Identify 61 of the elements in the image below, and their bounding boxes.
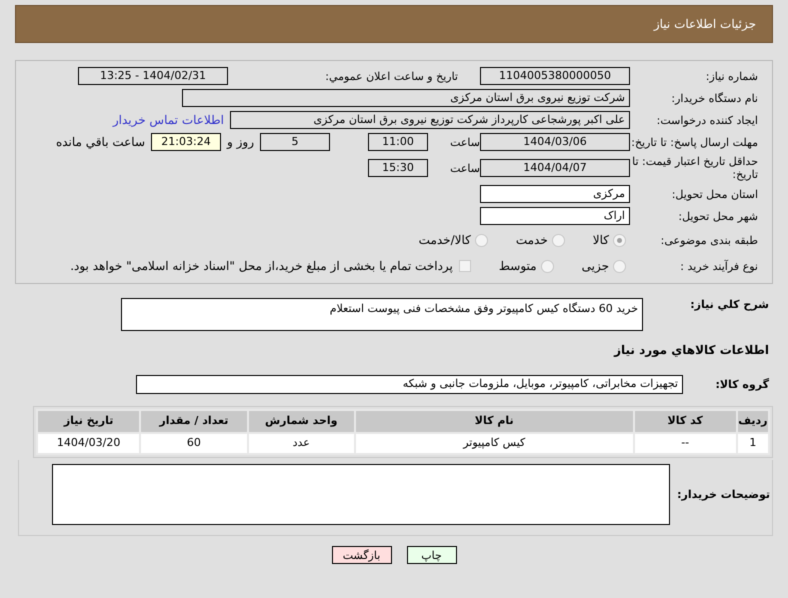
payment-note: پرداخت تمام یا بخشی از مبلغ خرید،از محل "اسناد خزانه اسلامی" خواهد بود. [70, 258, 453, 275]
radio-label: کالا [592, 232, 609, 249]
description-field[interactable]: خرید 60 دستگاه کیس کامپیوتر وفق مشخصات فنی پیوست استعلام [121, 298, 643, 331]
creator-field: علی اکبر پورشجاعی کارپرداز شرکت توزیع نیروی برق استان مرکزی [230, 111, 630, 129]
column-header: ردیف [736, 410, 769, 433]
field-label: شماره نیاز: [704, 70, 758, 82]
days-field: 5 [260, 133, 330, 151]
field-label: توضیحات خریدار: [676, 488, 770, 501]
remaining-time-field: 21:03:24 [151, 133, 221, 151]
deadline-time-field: 11:00 [368, 133, 428, 151]
field-label: تاریخ و ساعت اعلان عمومي: [324, 70, 458, 82]
table-cell: عدد [248, 433, 355, 454]
remaining-label: ساعت باقي مانده [56, 134, 146, 151]
radio-label: خدمت [516, 232, 548, 249]
need-number-field: 1104005380000050 [480, 67, 630, 85]
deadline-date-field: 1404/03/06 [480, 133, 630, 151]
radio-label: متوسط [498, 258, 537, 275]
field-label: ایجاد کننده درخواست: [656, 114, 758, 126]
radio-button[interactable] [552, 234, 565, 246]
page-title: جزئیات اطلاعات نیاز [654, 16, 756, 33]
back-button[interactable]: بازگشت [332, 546, 392, 564]
radio-label: جزیی [582, 258, 609, 275]
announce-date-field: 1404/02/31 - 13:25 [78, 67, 228, 85]
table-cell: -- [634, 433, 737, 454]
table-cell: کیس کامپیوتر [354, 433, 634, 454]
field-label: طبقه بندی موضوعی: [660, 234, 758, 246]
radio-button[interactable] [474, 234, 488, 246]
section-title: اطلاعات کالاهاي مورد نیاز [614, 343, 769, 357]
province-field: مرکزی [480, 185, 630, 203]
field-label: شرح کلي نیاز: [689, 298, 769, 311]
field-label: مهلت ارسال پاسخ: تا تاریخ: [630, 136, 758, 148]
buyer-notes-field[interactable] [52, 464, 670, 525]
field-label: ساعت [449, 162, 480, 174]
column-header: واحد شمارش [248, 410, 355, 433]
radio-label: کالا/خدمت [418, 232, 471, 249]
column-header: نام کالا [354, 410, 634, 433]
field-label: نوع فرآیند خرید : [679, 260, 758, 272]
payment-checkbox[interactable] [458, 260, 471, 272]
table-cell: 1404/03/20 [37, 433, 140, 454]
buyer-org-field: شرکت توزیع نیروی برق استان مرکزی [182, 89, 630, 107]
field-label: نام دستگاه خریدار: [670, 92, 758, 104]
days-label: روز و [226, 134, 255, 151]
radio-button[interactable] [613, 260, 626, 272]
column-header: تعداد / مقدار [140, 410, 248, 433]
table-cell: 1 [736, 433, 769, 454]
validity-time-field: 15:30 [368, 159, 428, 177]
field-label: شهر محل تحویل: [677, 210, 758, 222]
city-field: اراک [480, 207, 630, 225]
field-label: ساعت [449, 136, 480, 148]
field-label: حداقل تاریخ اعتبار قیمت: تا تاریخ: [631, 155, 758, 181]
table-cell: 60 [140, 433, 248, 454]
column-header: کد کالا [634, 410, 737, 433]
field-label: استان محل تحویل: [670, 188, 758, 200]
validity-date-field: 1404/04/07 [480, 159, 630, 177]
print-button[interactable]: چاپ [406, 546, 456, 564]
radio-button[interactable] [613, 234, 626, 246]
goods-group-field: تجهیزات مخابراتی، کامپیوتر، موبایل، ملزومات جانبی و شبکه [136, 375, 683, 394]
radio-button[interactable] [540, 260, 554, 272]
buyer-contact-link[interactable]: اطلاعات تماس خریدار [112, 111, 224, 129]
field-label: گروه کالا: [714, 378, 769, 391]
column-header: تاریخ نیاز [37, 410, 140, 433]
